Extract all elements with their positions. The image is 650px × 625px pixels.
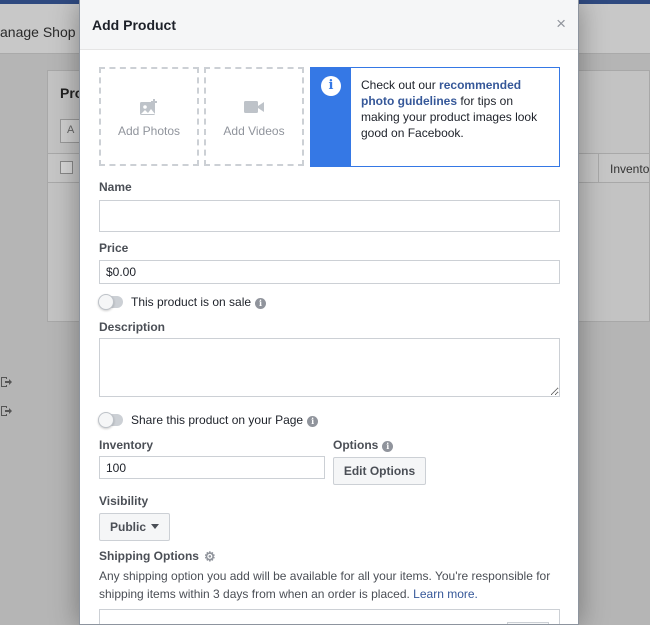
tip-text: Check out our recommended photo guidelin… [361,77,551,141]
share-toggle-label: Share this product on your Page [131,413,304,427]
background-header-title: anage Shop [0,24,76,40]
name-label: Name [99,180,132,194]
tip-accent-band: i [311,68,351,166]
toggle-knob [98,294,114,310]
shipping-description: Any shipping option you add will be avai… [99,567,564,603]
visibility-dropdown[interactable]: Public [99,513,170,541]
add-product-dialog: Add Product × Add Photos Add Videos i Ch… [79,0,579,625]
background-column-divider [598,154,599,182]
background-select-all-checkbox [60,161,73,174]
inventory-input[interactable] [99,456,325,479]
sale-toggle[interactable] [98,294,123,310]
sale-toggle-label: This product is on sale [131,295,252,309]
description-label: Description [99,320,166,334]
options-label-row: Options i [333,438,394,452]
options-label: Options [333,438,379,452]
description-textarea[interactable] [99,338,560,397]
shipping-label-row: Shipping Options ⚙ [99,549,216,565]
add-photos-label: Add Photos [117,124,181,138]
caret-down-icon [151,524,159,529]
tip-text-prefix: Check out our [361,78,440,92]
share-toggle[interactable] [98,412,123,428]
shipping-description-text: Any shipping option you add will be avai… [99,569,551,601]
close-icon[interactable]: × [556,15,566,32]
add-videos-label: Add Videos [223,124,285,138]
visibility-label: Visibility [99,494,149,508]
export-icon [0,405,12,417]
add-photos-button[interactable]: Add Photos [99,67,199,166]
edit-options-button[interactable]: Edit Options [333,457,426,485]
info-icon[interactable]: i [307,416,319,427]
info-icon[interactable]: i [382,441,394,452]
photo-icon [101,99,197,120]
background-inventory-column: Invento [610,162,650,176]
add-videos-button[interactable]: Add Videos [204,67,304,166]
gear-icon[interactable]: ⚙ [204,549,216,565]
shipping-option-box [99,609,560,624]
inventory-label: Inventory [99,438,154,452]
dialog-header: Add Product × [80,0,578,50]
export-icon [0,376,12,388]
photo-guidelines-tip: i Check out our recommended photo guidel… [310,67,560,167]
shipping-label: Shipping Options [99,549,199,563]
name-input[interactable] [99,200,560,232]
learn-more-link[interactable]: Learn more. [413,587,478,601]
price-input[interactable] [99,260,560,284]
info-icon[interactable]: i [255,298,267,309]
price-label: Price [99,241,129,255]
visibility-selected: Public [109,520,146,534]
dialog-title: Add Product [92,17,176,33]
video-icon [206,99,302,118]
toggle-knob [98,412,114,428]
info-icon: i [321,76,341,96]
